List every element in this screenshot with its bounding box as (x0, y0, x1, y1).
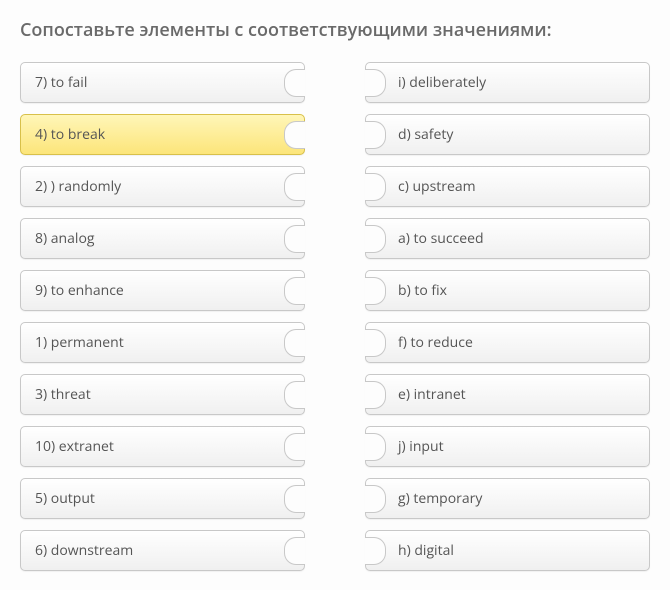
right-piece[interactable]: h) digital (365, 530, 650, 571)
matching-columns: 7) to fail 4) to break 2) ) randomly 8) ana… (20, 62, 650, 571)
left-piece[interactable]: 7) to fail (20, 62, 305, 103)
left-piece[interactable]: 5) output (20, 478, 305, 519)
right-piece[interactable]: c) upstream (365, 166, 650, 207)
right-piece-label: h) digital (398, 541, 454, 560)
left-piece-label: 7) to fail (35, 73, 87, 92)
right-piece-label: a) to succeed (398, 229, 484, 248)
right-piece-label: d) safety (398, 125, 453, 144)
right-piece-label: g) temporary (398, 489, 482, 508)
left-piece-label: 3) threat (35, 385, 91, 404)
right-piece-label: j) input (398, 437, 444, 456)
left-piece-label: 5) output (35, 489, 95, 508)
right-piece[interactable]: g) temporary (365, 478, 650, 519)
instruction-title: Сопоставьте элементы с соответствующими … (20, 18, 650, 42)
left-piece[interactable]: 8) analog (20, 218, 305, 259)
left-piece[interactable]: 3) threat (20, 374, 305, 415)
right-piece[interactable]: a) to succeed (365, 218, 650, 259)
left-piece-label: 10) extranet (35, 437, 114, 456)
left-piece[interactable]: 4) to break (20, 114, 305, 155)
left-piece[interactable]: 10) extranet (20, 426, 305, 467)
right-piece[interactable]: e) intranet (365, 374, 650, 415)
right-piece[interactable]: f) to reduce (365, 322, 650, 363)
left-piece-label: 4) to break (35, 125, 105, 144)
right-piece[interactable]: b) to fix (365, 270, 650, 311)
left-piece[interactable]: 2) ) randomly (20, 166, 305, 207)
left-piece-label: 6) downstream (35, 541, 133, 560)
left-piece-label: 2) ) randomly (35, 177, 121, 196)
right-piece[interactable]: j) input (365, 426, 650, 467)
left-column: 7) to fail 4) to break 2) ) randomly 8) ana… (20, 62, 305, 571)
right-piece-label: i) deliberately (398, 73, 486, 92)
right-piece[interactable]: d) safety (365, 114, 650, 155)
left-piece[interactable]: 9) to enhance (20, 270, 305, 311)
right-piece-label: e) intranet (398, 385, 466, 404)
left-piece-label: 9) to enhance (35, 281, 124, 300)
left-piece[interactable]: 1) permanent (20, 322, 305, 363)
right-piece[interactable]: i) deliberately (365, 62, 650, 103)
left-piece-label: 1) permanent (35, 333, 124, 352)
right-piece-label: c) upstream (398, 177, 476, 196)
right-piece-label: b) to fix (398, 281, 447, 300)
right-column: i) deliberately d) safety c) upstream a) to… (365, 62, 650, 571)
left-piece-label: 8) analog (35, 229, 94, 248)
right-piece-label: f) to reduce (398, 333, 473, 352)
left-piece[interactable]: 6) downstream (20, 530, 305, 571)
